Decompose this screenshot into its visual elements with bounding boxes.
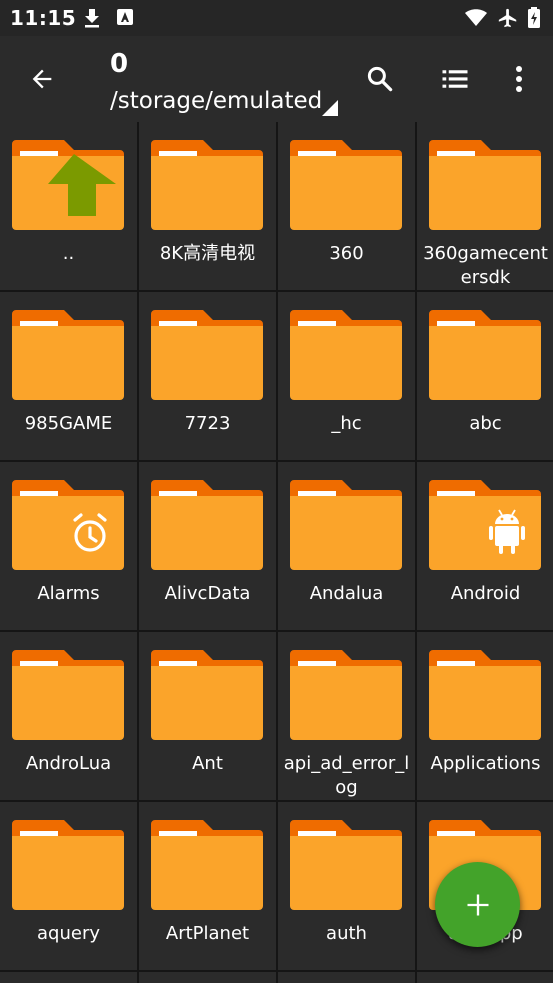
folder-icon — [151, 140, 263, 230]
file-name-label: Applications — [430, 753, 541, 774]
file-grid-item[interactable]: 7723 — [139, 292, 276, 460]
file-name-label: abc — [469, 413, 502, 434]
folder-icon — [12, 650, 124, 740]
file-grid-item[interactable]: api_ad_error_log — [278, 632, 415, 800]
airplane-mode-icon — [496, 7, 520, 33]
file-grid-item[interactable]: aquery — [0, 802, 137, 970]
folder-icon — [290, 140, 402, 230]
file-grid-item[interactable]: Alarms — [0, 462, 137, 630]
file-name-label: AndroLua — [25, 753, 112, 774]
folder-icon — [290, 820, 402, 910]
file-grid-item[interactable]: 8K高清电视 — [139, 122, 276, 290]
file-name-label: Android — [450, 583, 521, 604]
folder-icon — [151, 650, 263, 740]
folder-icon — [290, 650, 402, 740]
file-grid-item[interactable]: 985GAME — [0, 292, 137, 460]
file-grid-item[interactable]: AlivcData — [139, 462, 276, 630]
wifi-icon — [464, 7, 488, 33]
file-name-label: ArtPlanet — [165, 923, 250, 944]
folder-icon — [151, 310, 263, 400]
folder-icon — [290, 310, 402, 400]
list-view-button[interactable] — [431, 55, 479, 103]
app-bar: 0 /storage/emulated — [0, 36, 553, 122]
file-name-label: Andalua — [309, 583, 384, 604]
more-options-button[interactable] — [495, 55, 543, 103]
status-time: 11:15 — [10, 6, 77, 30]
file-name-label: Ant — [192, 753, 223, 774]
back-button[interactable] — [18, 55, 66, 103]
path-selector[interactable]: /storage/emulated — [110, 88, 322, 114]
file-name-label: 360gamecentersdk — [423, 243, 548, 288]
more-vert-icon — [516, 66, 522, 92]
file-grid-item[interactable]: ArtPlanet — [139, 802, 276, 970]
download-icon — [82, 7, 102, 33]
file-name-label: auth — [326, 923, 367, 944]
battery-charging-icon — [527, 7, 541, 33]
folder-icon — [429, 480, 541, 570]
list-view-icon — [442, 70, 468, 88]
status-bar: 11:15 — [0, 0, 553, 36]
folder-icon — [290, 480, 402, 570]
folder-icon — [12, 140, 124, 230]
file-grid-item[interactable]: .. — [0, 122, 137, 290]
search-button[interactable] — [356, 55, 404, 103]
file-grid-item[interactable]: _hc — [278, 292, 415, 460]
search-icon — [367, 66, 393, 92]
file-name-label: api_ad_error_log — [283, 753, 410, 798]
file-grid: .. 8K高清电视 360 360gamecentersdk 985GAME 7723 _h… — [0, 122, 553, 983]
file-grid-item-partial[interactable] — [417, 972, 553, 983]
folder-icon — [429, 140, 541, 230]
file-name-label: _hc — [331, 413, 362, 434]
file-name-label: .. — [62, 243, 75, 264]
file-grid-item[interactable]: auth — [278, 802, 415, 970]
file-grid-item[interactable]: AndroLua — [0, 632, 137, 800]
file-grid-item-partial[interactable] — [139, 972, 276, 983]
add-fab-button[interactable] — [435, 862, 520, 947]
font-app-icon — [116, 7, 134, 31]
file-grid-item[interactable]: 360 — [278, 122, 415, 290]
file-name-label: 360 — [329, 243, 364, 264]
file-name-label: Alarms — [37, 583, 100, 604]
file-grid-item[interactable]: Applications — [417, 632, 553, 800]
folder-icon — [151, 480, 263, 570]
file-name-label: 985GAME — [24, 413, 113, 434]
page-title: 0 — [110, 49, 129, 79]
file-grid-item-partial[interactable] — [278, 972, 415, 983]
file-grid-item[interactable]: Ant — [139, 632, 276, 800]
dropdown-triangle-icon[interactable] — [322, 100, 338, 116]
folder-icon — [151, 820, 263, 910]
file-name-label: 8K高清电视 — [159, 243, 256, 264]
file-grid-item[interactable]: Andalua — [278, 462, 415, 630]
folder-icon — [12, 310, 124, 400]
back-arrow-icon — [32, 69, 52, 89]
file-grid-item[interactable]: abc — [417, 292, 553, 460]
folder-icon — [429, 310, 541, 400]
file-grid-item-partial[interactable] — [0, 972, 137, 983]
folder-icon — [429, 650, 541, 740]
folder-icon — [12, 480, 124, 570]
plus-icon — [467, 894, 488, 915]
file-name-label: aquery — [37, 923, 100, 944]
file-name-label: AlivcData — [164, 583, 251, 604]
file-grid-item[interactable]: 360gamecentersdk — [417, 122, 553, 290]
file-grid-item[interactable]: Android — [417, 462, 553, 630]
folder-icon — [12, 820, 124, 910]
file-name-label: 7723 — [184, 413, 231, 434]
